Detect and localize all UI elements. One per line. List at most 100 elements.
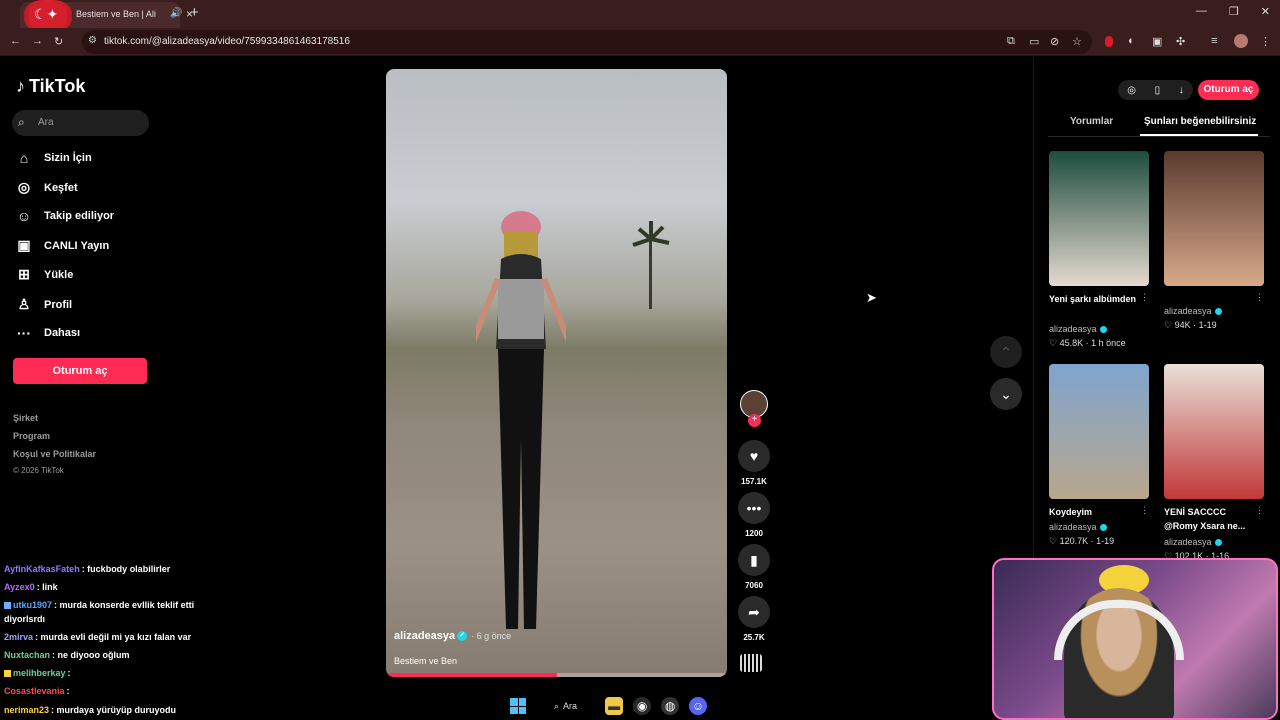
footer-link-company[interactable]: Şirket bbox=[13, 413, 38, 423]
compass-icon[interactable]: ◎ bbox=[1127, 85, 1136, 96]
new-tab-button[interactable]: + bbox=[190, 4, 199, 21]
card-title[interactable]: Koydeyim bbox=[1049, 505, 1139, 519]
verified-icon bbox=[1099, 326, 1107, 334]
author-name: alizadeasya bbox=[1049, 324, 1097, 334]
like-button[interactable]: ♥ bbox=[738, 440, 770, 472]
extension-record-icon[interactable] bbox=[1105, 36, 1113, 47]
upload-icon: ⊞ bbox=[18, 266, 30, 282]
hide-icon[interactable]: ⊘ bbox=[1050, 35, 1059, 48]
save-button[interactable]: ▮ bbox=[738, 544, 770, 576]
card-author[interactable]: alizadeasya bbox=[1164, 306, 1222, 316]
windows-start-icon[interactable] bbox=[510, 698, 526, 714]
chat-message: Ayzex0: link bbox=[4, 582, 58, 592]
kebab-menu-icon[interactable]: ⋮ bbox=[1260, 35, 1271, 48]
nav-label: Yükle bbox=[44, 268, 74, 281]
video-thumbnail[interactable] bbox=[1164, 151, 1264, 286]
nav-item-upload[interactable]: ⊞ Yükle bbox=[16, 266, 73, 283]
follow-plus-button[interactable]: + bbox=[748, 414, 761, 427]
video-author[interactable]: alizadeasya ✓ · 6 g önce bbox=[394, 630, 511, 642]
author-name: alizadeasya bbox=[1164, 537, 1212, 547]
more-icon[interactable]: ⋮ bbox=[1255, 505, 1264, 516]
search-input[interactable]: ⌕ Ara bbox=[12, 110, 149, 136]
profile-avatar[interactable] bbox=[1234, 34, 1248, 48]
minimize-icon[interactable]: — bbox=[1196, 5, 1207, 18]
next-video-button[interactable]: ⌄ bbox=[990, 378, 1022, 410]
more-icon[interactable]: ⋮ bbox=[1255, 292, 1264, 303]
chat-text: : fuckbody olabilirler bbox=[81, 564, 171, 574]
footer-link-program[interactable]: Program bbox=[13, 431, 50, 441]
streamer-webcam bbox=[992, 558, 1278, 720]
address-bar[interactable]: ⚙ tiktok.com/@alizadeasya/video/75993348… bbox=[82, 30, 1092, 54]
reading-list-icon[interactable]: ≡ bbox=[1211, 35, 1217, 47]
more-icon[interactable]: ⋮ bbox=[1140, 292, 1149, 303]
video-progress-bar[interactable] bbox=[386, 673, 727, 677]
video-thumbnail[interactable] bbox=[1049, 364, 1149, 499]
tiktok-logo[interactable]: ♪ TikTok bbox=[16, 76, 85, 97]
close-window-icon[interactable]: ✕ bbox=[1261, 5, 1270, 18]
video-thumbnail[interactable] bbox=[1164, 364, 1264, 499]
card-title[interactable]: Yeni şarkı albümden bbox=[1049, 292, 1139, 306]
card-author[interactable]: alizadeasya bbox=[1049, 324, 1107, 334]
puzzle-icon[interactable]: ✣ bbox=[1176, 35, 1185, 48]
more-icon: ··· bbox=[17, 325, 31, 341]
site-info-icon[interactable]: ⚙ bbox=[88, 35, 97, 46]
card-author[interactable]: alizadeasya bbox=[1049, 522, 1107, 532]
bookmark-star-icon[interactable]: ☆ bbox=[1072, 35, 1082, 48]
chat-text: : murdaya yürüyüp duruyodu bbox=[51, 705, 177, 715]
previous-video-button[interactable]: ⌃ bbox=[990, 336, 1022, 368]
post-time: 1-19 bbox=[1198, 320, 1217, 330]
nav-item-explore[interactable]: ◎ Keşfet bbox=[16, 179, 78, 196]
tab-suggestions[interactable]: Şunları beğenebilirsiniz bbox=[1144, 116, 1256, 127]
tab-comments[interactable]: Yorumlar bbox=[1070, 116, 1113, 127]
chat-user: AyfinKafkasFateh bbox=[4, 564, 80, 574]
comment-button[interactable]: ••• bbox=[738, 492, 770, 524]
speaker-icon[interactable]: 🔊 bbox=[170, 8, 182, 19]
active-tab-indicator bbox=[1140, 134, 1258, 136]
maximize-icon[interactable]: ❐ bbox=[1229, 5, 1239, 18]
like-count: 45.8K bbox=[1059, 338, 1084, 348]
like-count: 120.7K bbox=[1059, 536, 1089, 546]
chat-message: Nuxtachan: ne diyooo oğlum bbox=[4, 650, 130, 660]
video-player[interactable]: alizadeasya ✓ · 6 g önce Bestiem ve Ben bbox=[386, 69, 727, 677]
file-explorer-icon[interactable]: ▬ bbox=[605, 697, 624, 715]
nav-item-following[interactable]: ☺ Takip ediliyor bbox=[16, 208, 114, 224]
phone-icon[interactable]: ▯ bbox=[1155, 85, 1161, 96]
nav-item-live[interactable]: ▣ CANLI Yayın bbox=[16, 237, 109, 254]
extension-icon[interactable]: ▣ bbox=[1152, 35, 1162, 48]
reload-icon[interactable]: ↻ bbox=[54, 35, 63, 48]
card-title[interactable]: YENİ SACCCC @Romy Xsara ne... bbox=[1164, 505, 1254, 533]
more-icon[interactable]: ⋮ bbox=[1140, 505, 1149, 516]
nav-item-for-you[interactable]: ⌂ Sizin İçin bbox=[16, 150, 92, 166]
login-button-top[interactable]: Oturum aç bbox=[1198, 80, 1259, 100]
chat-message: 2mirva: murda evli değil mi ya kızı fala… bbox=[4, 632, 191, 642]
video-thumbnail[interactable] bbox=[1049, 151, 1149, 286]
nav-label: Keşfet bbox=[44, 181, 78, 194]
browser-tab[interactable]: Bestiem ve Ben | Alizade | TikTok 🔊 × bbox=[20, 0, 193, 32]
music-disc-icon[interactable] bbox=[740, 654, 762, 672]
card-author[interactable]: alizadeasya bbox=[1164, 537, 1222, 547]
chevron-up-icon: ⌃ bbox=[1000, 344, 1012, 360]
app-icon[interactable]: ◍ bbox=[661, 697, 680, 715]
translate-icon[interactable]: ⧉ bbox=[1007, 35, 1015, 48]
back-icon[interactable]: ← bbox=[10, 35, 21, 47]
card-stats: ♡ 45.8K · 1 h önce bbox=[1049, 338, 1126, 348]
cast-icon[interactable]: ▭ bbox=[1029, 35, 1039, 48]
share-button[interactable]: ➦ bbox=[738, 596, 770, 628]
download-icon[interactable]: ↓ bbox=[1179, 85, 1184, 96]
chrome-icon[interactable]: ◉ bbox=[633, 697, 652, 715]
discord-icon[interactable]: ☺ bbox=[689, 697, 708, 715]
badge-icon bbox=[4, 670, 11, 678]
footer-link-terms[interactable]: Koşul ve Politikalar bbox=[13, 449, 96, 459]
nav-item-profile[interactable]: ♙ Profil bbox=[16, 296, 72, 313]
nav-label: Dahası bbox=[44, 327, 81, 339]
nav-item-more[interactable]: ··· Dahası bbox=[16, 325, 80, 341]
login-button[interactable]: Oturum aç bbox=[13, 358, 147, 384]
author-name: alizadeasya bbox=[1164, 306, 1212, 316]
taskbar-search[interactable]: ⌕ Ara bbox=[554, 701, 577, 712]
extension-icon[interactable]: ◐ bbox=[1128, 35, 1135, 47]
forward-icon[interactable]: → bbox=[32, 35, 43, 47]
profile-icon: ♙ bbox=[17, 296, 31, 312]
search-icon: ⌕ bbox=[554, 700, 560, 711]
chat-user: Ayzex0 bbox=[4, 582, 35, 592]
card-stats: ♡ 120.7K · 1-19 bbox=[1049, 536, 1115, 546]
